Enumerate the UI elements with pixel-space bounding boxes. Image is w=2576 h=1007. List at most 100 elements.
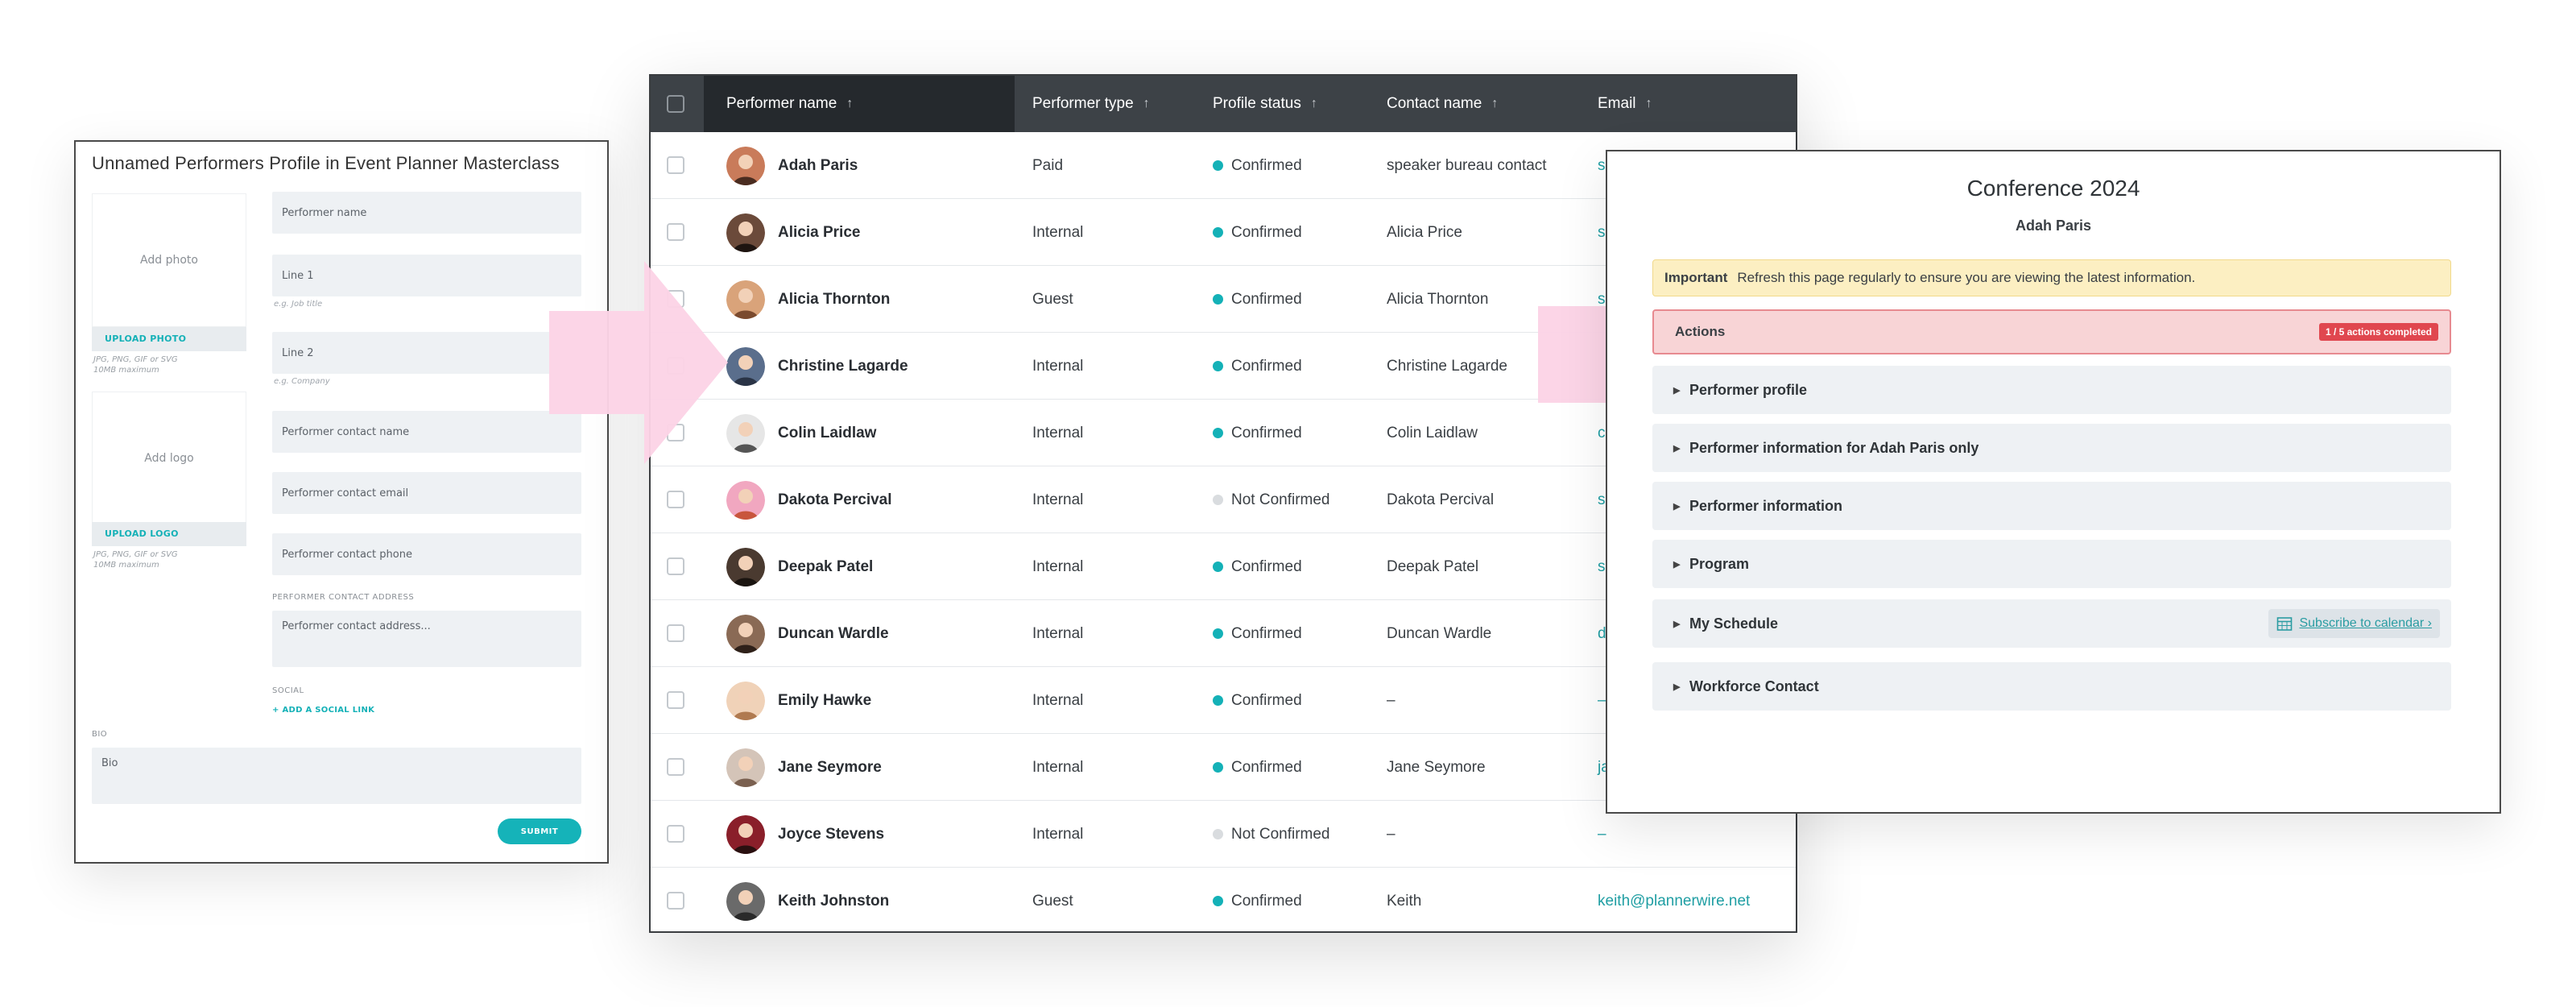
contact-name-input[interactable]: Performer contact name <box>272 411 581 453</box>
profile-status-label: Confirmed <box>1231 557 1302 575</box>
email[interactable]: s <box>1598 132 1606 199</box>
logo-dropzone[interactable]: Add logo <box>92 392 246 525</box>
contact-name: – <box>1387 825 1396 843</box>
column-header-status[interactable]: Profile status ↑ <box>1213 76 1317 132</box>
email[interactable]: d <box>1598 600 1606 667</box>
contact-name: Duncan Wardle <box>1387 624 1492 642</box>
profile-status-label: Confirmed <box>1231 691 1302 709</box>
profile-status-label: Confirmed <box>1231 290 1302 308</box>
profile-status: Confirmed <box>1213 400 1302 466</box>
performer-name[interactable]: Alicia Price <box>778 199 860 266</box>
upload-photo-button[interactable]: UPLOAD PHOTO <box>92 327 246 351</box>
performer-name[interactable]: Colin Laidlaw <box>778 400 876 466</box>
profile-status: Confirmed <box>1213 533 1302 600</box>
row-checkbox[interactable] <box>667 156 684 174</box>
line1-input[interactable]: Line 1 <box>272 255 581 296</box>
row-checkbox[interactable] <box>667 557 684 575</box>
column-header-type[interactable]: Performer type ↑ <box>1032 76 1150 132</box>
row-checkbox[interactable] <box>667 758 684 776</box>
performer-name[interactable]: Deepak Patel <box>778 533 873 600</box>
performer-name[interactable]: Dakota Percival <box>778 466 892 533</box>
section-my-schedule[interactable]: ▶ My Schedule Subscribe to calendar › <box>1652 599 2451 648</box>
contact-name: speaker bureau contact <box>1387 156 1547 174</box>
contact-name: Colin Laidlaw <box>1387 424 1478 441</box>
email[interactable]: – <box>1598 667 1606 734</box>
social-label: SOCIAL <box>272 686 304 695</box>
logo-hint: JPG, PNG, GIF or SVG 10MB maximum <box>93 549 178 570</box>
performer-name-input[interactable]: Performer name <box>272 192 581 234</box>
performer-name[interactable]: Keith Johnston <box>778 868 889 931</box>
profile-status-label: Not Confirmed <box>1231 825 1330 843</box>
line1-hint: e.g. Job title <box>274 300 323 309</box>
email[interactable]: s <box>1598 199 1606 266</box>
photo-dropzone[interactable]: Add photo <box>92 193 246 327</box>
section-program[interactable]: ▶ Program <box>1652 540 2451 588</box>
status-dot-icon <box>1213 562 1223 572</box>
profile-status: Not Confirmed <box>1213 801 1330 868</box>
important-notice: Important Refresh this page regularly to… <box>1652 259 2451 296</box>
performer-name[interactable]: Duncan Wardle <box>778 600 889 667</box>
row-checkbox[interactable] <box>667 892 684 910</box>
profile-status: Confirmed <box>1213 734 1302 801</box>
bio-textarea[interactable]: Bio <box>92 748 581 804</box>
status-dot-icon <box>1213 428 1223 438</box>
photo-hint-size: 10MB maximum <box>93 366 159 375</box>
subscribe-calendar-label: Subscribe to calendar › <box>2299 616 2432 630</box>
row-checkbox[interactable] <box>667 223 684 241</box>
contact-email-input[interactable]: Performer contact email <box>272 472 581 514</box>
caret-right-icon: ▶ <box>1673 619 1681 629</box>
caret-right-icon: ▶ <box>1673 443 1681 454</box>
subscribe-calendar-button[interactable]: Subscribe to calendar › <box>2268 609 2440 638</box>
table-row[interactable]: Keith Johnston Guest Confirmed Keith keith@p… <box>651 868 1796 931</box>
profile-status: Confirmed <box>1213 868 1302 931</box>
performer-name[interactable]: Jane Seymore <box>778 734 882 801</box>
section-performer-profile[interactable]: ▶ Performer profile <box>1652 366 2451 414</box>
contact-name: Alicia Price <box>1387 223 1462 241</box>
portal-performer-name: Adah Paris <box>2015 218 2092 234</box>
column-header-email-label: Email <box>1598 95 1636 112</box>
status-dot-icon <box>1213 829 1223 839</box>
caret-right-icon: ▶ <box>1673 559 1681 570</box>
line2-input[interactable]: Line 2 <box>272 332 581 374</box>
performer-type: Internal <box>1032 557 1084 575</box>
performer-name[interactable]: Christine Lagarde <box>778 333 908 400</box>
photo-hint-formats: JPG, PNG, GIF or SVG <box>93 355 178 364</box>
row-checkbox[interactable] <box>667 825 684 843</box>
performer-name[interactable]: Adah Paris <box>778 132 858 199</box>
column-header-contact[interactable]: Contact name ↑ <box>1387 76 1498 132</box>
avatar <box>726 748 765 787</box>
sort-arrow-icon: ↑ <box>1143 97 1150 110</box>
row-checkbox[interactable] <box>667 624 684 642</box>
email[interactable]: s <box>1598 533 1606 600</box>
performer-name[interactable]: Alicia Thornton <box>778 266 890 333</box>
email[interactable]: s <box>1598 466 1606 533</box>
section-label: Performer profile <box>1689 381 1808 398</box>
contact-address-textarea[interactable]: Performer contact address... <box>272 611 581 667</box>
add-social-link[interactable]: + ADD A SOCIAL LINK <box>272 706 374 715</box>
contact-phone-input[interactable]: Performer contact phone <box>272 533 581 575</box>
email[interactable]: – <box>1598 801 1606 868</box>
upload-logo-button[interactable]: UPLOAD LOGO <box>92 522 246 546</box>
email[interactable]: keith@plannerwire.net <box>1598 868 1750 931</box>
avatar <box>726 347 765 386</box>
avatar <box>726 280 765 319</box>
status-dot-icon <box>1213 695 1223 706</box>
profile-status-label: Confirmed <box>1231 223 1302 241</box>
submit-button[interactable]: SUBMIT <box>498 818 581 844</box>
performer-name[interactable]: Joyce Stevens <box>778 801 884 868</box>
column-header-name[interactable]: Performer name ↑ <box>726 76 853 132</box>
row-checkbox[interactable] <box>667 491 684 508</box>
actions-section[interactable]: Actions 1 / 5 actions completed <box>1652 309 2451 354</box>
column-header-email[interactable]: Email ↑ <box>1598 76 1652 132</box>
status-dot-icon <box>1213 361 1223 371</box>
performer-name[interactable]: Emily Hawke <box>778 667 871 734</box>
column-header-status-label: Profile status <box>1213 95 1301 112</box>
section-performer-info[interactable]: ▶ Performer information <box>1652 482 2451 530</box>
performer-type: Internal <box>1032 357 1084 375</box>
row-checkbox[interactable] <box>667 691 684 709</box>
select-all-checkbox[interactable] <box>667 95 684 113</box>
section-workforce-contact[interactable]: ▶ Workforce Contact <box>1652 662 2451 711</box>
section-performer-info-only[interactable]: ▶ Performer information for Adah Paris o… <box>1652 424 2451 472</box>
performer-portal: Conference 2024 Adah Paris Important Ref… <box>1606 150 2501 814</box>
status-dot-icon <box>1213 896 1223 906</box>
